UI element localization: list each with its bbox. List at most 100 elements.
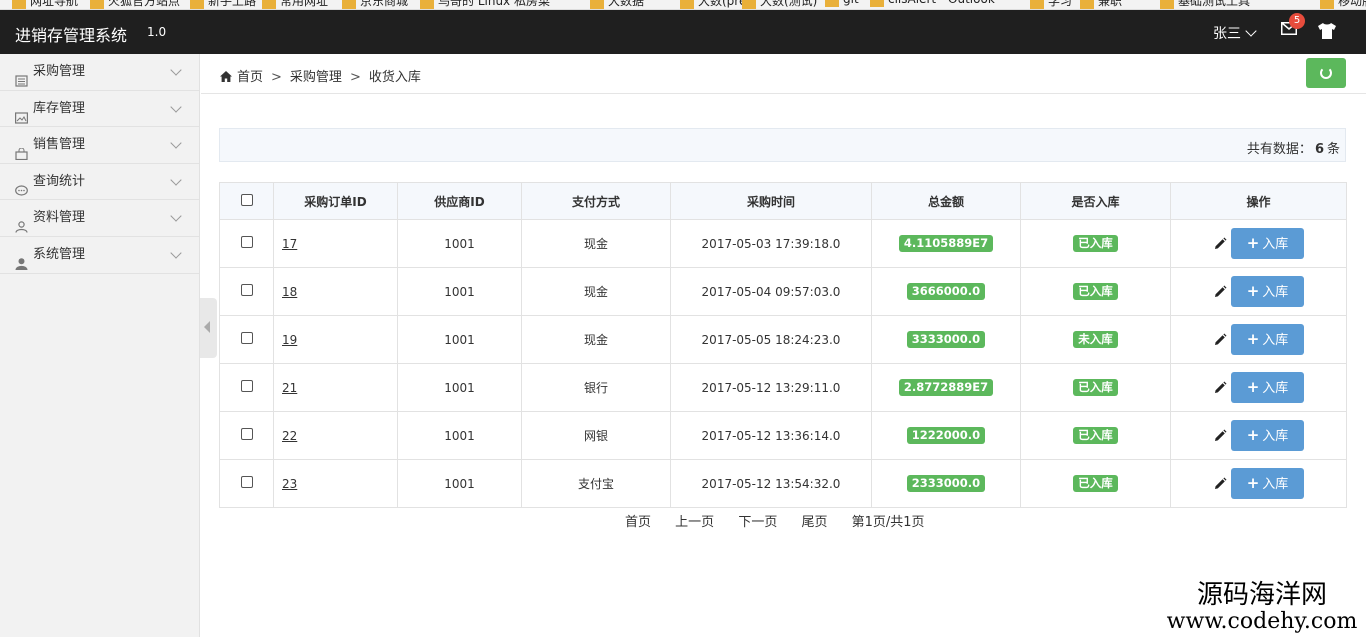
stock-in-button[interactable]: + 入库 <box>1231 228 1304 259</box>
bookmark-item[interactable]: cilsAlert - Outlook <box>870 0 995 7</box>
plus-icon: + <box>1246 474 1260 492</box>
supplier-id-cell: 1001 <box>397 219 522 268</box>
user-menu[interactable]: 张三 <box>1213 23 1257 43</box>
edit-icon[interactable] <box>1213 477 1227 491</box>
stock-in-button[interactable]: + 入库 <box>1231 420 1304 451</box>
bookmark-item[interactable]: 兼职 <box>1080 0 1122 9</box>
bookmark-item[interactable]: 京东商城 <box>342 0 408 9</box>
folder-icon <box>825 0 839 7</box>
refresh-icon <box>1320 67 1332 79</box>
edit-icon[interactable] <box>1213 237 1227 251</box>
table-row: 23 1001 支付宝 2017-05-12 13:54:32.0 2333000.0 已… <box>219 459 1347 508</box>
supplier-id-cell: 1001 <box>397 411 522 460</box>
sidebar-item[interactable]: 系统管理 <box>0 237 199 274</box>
order-id-link[interactable]: 23 <box>282 477 297 491</box>
order-id-link[interactable]: 19 <box>282 333 297 347</box>
breadcrumb-home[interactable]: 首页 <box>237 70 263 85</box>
row-checkbox[interactable] <box>240 332 253 344</box>
row-checkbox[interactable] <box>240 380 253 392</box>
row-checkbox[interactable] <box>240 284 253 296</box>
time-cell: 2017-05-03 17:39:18.0 <box>670 219 872 268</box>
edit-icon[interactable] <box>1213 381 1227 395</box>
table-header-row: 采购订单ID 供应商ID 支付方式 采购时间 总金额 是否入库 操作 <box>219 182 1347 220</box>
row-checkbox[interactable] <box>240 428 253 440</box>
stock-in-button[interactable]: + 入库 <box>1231 276 1304 307</box>
edit-icon[interactable] <box>1213 429 1227 443</box>
record-count-unit: 条 <box>1326 142 1340 157</box>
sidebar-item[interactable]: 资料管理 <box>0 200 199 237</box>
stock-in-button[interactable]: + 入库 <box>1231 372 1304 403</box>
bookmark-item[interactable]: git <box>825 0 859 7</box>
refresh-button[interactable] <box>1306 58 1346 88</box>
bookmark-item[interactable]: 大数(测试) <box>742 0 817 9</box>
bookmark-item[interactable]: 大数据 <box>590 0 644 9</box>
plus-icon: + <box>1246 282 1260 300</box>
bookmarks-bar: 网址导航 火狐官方站点 新手上路 常用网址 京东商城 鸟哥的 Linux 私房菜 大数据 大数… <box>0 0 1366 10</box>
time-cell: 2017-05-04 09:57:03.0 <box>670 267 872 316</box>
status-badge: 已入库 <box>1073 427 1118 444</box>
pager-last[interactable]: 尾页 <box>801 515 827 530</box>
bookmark-item[interactable]: 常用网址 <box>262 0 328 9</box>
row-checkbox[interactable] <box>240 236 253 248</box>
bookmark-item[interactable]: 新手上路 <box>190 0 256 9</box>
pagination: 首页 上一页 下一页 尾页 第1页/共1页 <box>625 511 945 530</box>
breadcrumb-level1[interactable]: 采购管理 <box>290 70 342 85</box>
pager-prev[interactable]: 上一页 <box>675 515 714 530</box>
stock-in-label: 入库 <box>1262 237 1289 252</box>
bookmark-item[interactable]: 火狐官方站点 <box>90 0 180 9</box>
edit-icon[interactable] <box>1213 333 1227 347</box>
stock-in-button[interactable]: + 入库 <box>1231 468 1304 499</box>
user-icon <box>15 249 28 270</box>
status-cell: 已入库 <box>1020 219 1171 268</box>
bookmark-item[interactable]: 学习 <box>1030 0 1072 9</box>
status-cell: 已入库 <box>1020 459 1171 508</box>
sidebar-item[interactable]: 采购管理 <box>0 54 199 91</box>
app-version: 1.0 <box>147 25 167 39</box>
row-select-cell <box>219 363 274 412</box>
bookmark-item[interactable]: 网址导航 <box>12 0 78 9</box>
watermark-title: 源码海洋网 <box>1196 580 1327 610</box>
order-id-link[interactable]: 17 <box>282 237 297 251</box>
chevron-down-icon <box>170 64 182 76</box>
bookmark-item[interactable]: 基础测试工具 <box>1160 0 1250 9</box>
status-cell: 已入库 <box>1020 267 1171 316</box>
breadcrumb-separator: > <box>271 70 282 85</box>
row-checkbox[interactable] <box>240 476 253 488</box>
sidebar-item[interactable]: 查询统计 <box>0 164 199 201</box>
time-cell: 2017-05-12 13:54:32.0 <box>670 459 872 508</box>
table-row: 22 1001 网银 2017-05-12 13:36:14.0 1222000.0 已入… <box>219 411 1347 460</box>
pager-first[interactable]: 首页 <box>625 515 651 530</box>
bookmark-item[interactable]: 鸟哥的 Linux 私房菜 <box>420 0 550 9</box>
sidebar-item[interactable]: 库存管理 <box>0 91 199 128</box>
order-id-cell: 22 <box>273 411 398 460</box>
user-outline-icon <box>15 212 28 234</box>
stock-in-button[interactable]: + 入库 <box>1231 324 1304 355</box>
amount-label: 2.8772889E7 <box>898 379 994 396</box>
folder-icon <box>680 0 694 9</box>
bookmark-item[interactable]: 移动版书签 <box>1320 0 1366 9</box>
breadcrumb-current: 收货入库 <box>368 70 421 85</box>
order-id-link[interactable]: 18 <box>282 285 297 299</box>
bookmark-label: 移动版书签 <box>1338 0 1366 8</box>
amount-label: 1222000.0 <box>906 427 986 444</box>
edit-icon[interactable] <box>1213 285 1227 299</box>
record-count-label: 共有数据： <box>1246 142 1312 157</box>
tshirt-icon[interactable] <box>1318 23 1336 39</box>
sidebar: 采购管理 库存管理 销售管理 查询统计 资料管理 系统管理 <box>0 54 200 637</box>
sidebar-collapse-handle[interactable] <box>200 298 217 358</box>
bookmark-label: 基础测试工具 <box>1178 0 1251 8</box>
order-id-link[interactable]: 21 <box>282 381 297 395</box>
table-row: 18 1001 现金 2017-05-04 09:57:03.0 3666000.0 已入… <box>219 267 1347 316</box>
sidebar-item[interactable]: 销售管理 <box>0 127 199 164</box>
pager-next[interactable]: 下一页 <box>738 515 777 530</box>
shopping-bag-icon <box>15 139 28 161</box>
select-all-checkbox[interactable] <box>240 193 253 206</box>
status-cell: 已入库 <box>1020 411 1171 460</box>
header-order-id: 采购订单ID <box>273 182 398 220</box>
actions-cell: + 入库 <box>1170 363 1347 412</box>
status-cell: 未入库 <box>1020 315 1171 364</box>
status-badge: 已入库 <box>1073 235 1118 252</box>
stock-in-label: 入库 <box>1262 477 1289 492</box>
bookmark-item[interactable]: 大数(pre) <box>680 0 751 9</box>
order-id-link[interactable]: 22 <box>282 429 297 443</box>
